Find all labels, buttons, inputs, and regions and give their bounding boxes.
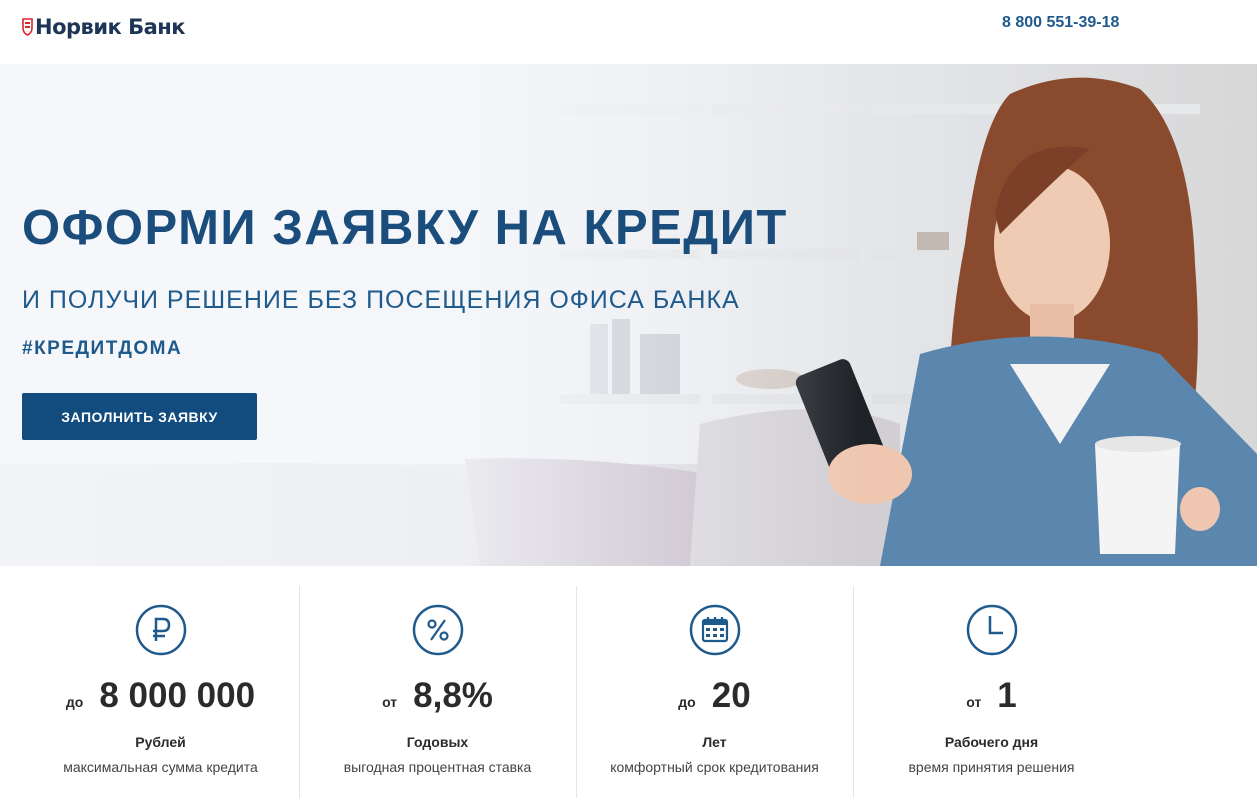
feature-value-row: до 8 000 000 bbox=[22, 676, 299, 716]
feature-description: время принятия решения bbox=[908, 759, 1075, 775]
hero-banner: ОФОРМИ ЗАЯВКУ НА КРЕДИТ И ПОЛУЧИ РЕШЕНИЕ… bbox=[0, 64, 1257, 566]
logo-shield-icon bbox=[22, 18, 33, 36]
logo-text: Норвик Банк bbox=[35, 15, 186, 39]
bank-logo[interactable]: Норвик Банк bbox=[22, 14, 186, 40]
feature-decision-time: от 1 Рабочего дня время принятия решения bbox=[853, 566, 1130, 798]
feature-prefix: до bbox=[65, 694, 84, 710]
feature-max-amount: до 8 000 000 Рублей максимальная сумма к… bbox=[22, 566, 299, 798]
feature-value: 8,8% bbox=[413, 676, 493, 715]
hero-title: ОФОРМИ ЗАЯВКУ НА КРЕДИТ bbox=[22, 201, 788, 255]
percent-icon bbox=[412, 604, 463, 656]
feature-unit: Рублей bbox=[135, 734, 186, 750]
feature-value: 20 bbox=[711, 676, 751, 715]
site-header: Норвик Банк 8 800 551-39-18 bbox=[0, 0, 1257, 64]
loan-features: до 8 000 000 Рублей максимальная сумма к… bbox=[0, 566, 1257, 798]
fill-application-button[interactable]: ЗАПОЛНИТЬ ЗАЯВКУ bbox=[22, 393, 257, 440]
clock-icon bbox=[966, 604, 1017, 656]
phone-link[interactable]: 8 800 551-39-18 bbox=[1002, 14, 1119, 32]
feature-value-row: до 20 bbox=[576, 676, 853, 716]
feature-loan-term: до 20 Лет комфортный срок кредитования bbox=[576, 566, 853, 798]
feature-interest-rate: от 8,8% Годовых выгодная процентная став… bbox=[299, 566, 576, 798]
feature-unit: Годовых bbox=[406, 734, 469, 750]
feature-prefix: от bbox=[382, 694, 398, 710]
feature-description: комфортный срок кредитования bbox=[610, 759, 819, 775]
hero-hashtag: #КРЕДИТДОМА bbox=[22, 338, 183, 359]
feature-description: максимальная сумма кредита bbox=[63, 759, 258, 775]
feature-unit: Рабочего дня bbox=[944, 734, 1039, 750]
calendar-icon bbox=[689, 604, 740, 656]
hero-subtitle: И ПОЛУЧИ РЕШЕНИЕ БЕЗ ПОСЕЩЕНИЯ ОФИСА БАН… bbox=[22, 286, 740, 314]
feature-unit: Лет bbox=[702, 734, 727, 750]
feature-value-row: от 8,8% bbox=[299, 676, 576, 716]
feature-prefix: до bbox=[678, 694, 696, 710]
feature-value-row: от 1 bbox=[853, 676, 1130, 716]
feature-description: выгодная процентная ставка bbox=[343, 759, 532, 775]
ruble-icon bbox=[135, 604, 186, 656]
hero-overlay bbox=[0, 64, 860, 566]
feature-value: 8 000 000 bbox=[99, 676, 256, 715]
feature-value: 1 bbox=[997, 676, 1017, 715]
feature-prefix: от bbox=[966, 694, 982, 710]
